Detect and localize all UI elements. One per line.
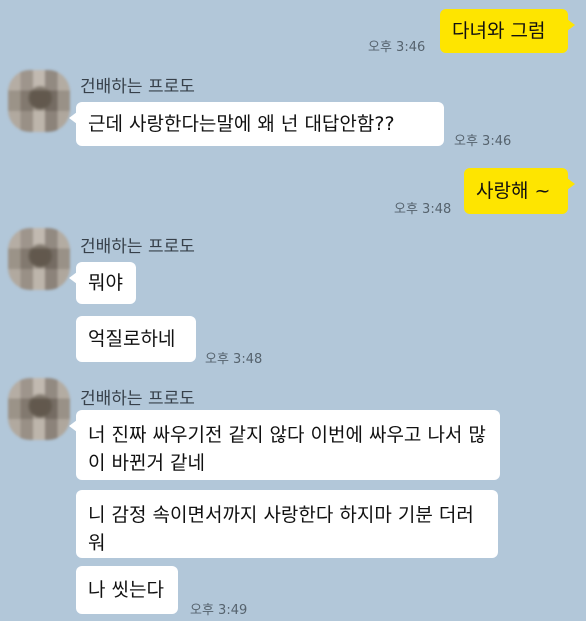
friend-message-bubble[interactable]: 나 씻는다 (76, 566, 178, 614)
message-text: 다녀와 그럼 (452, 20, 546, 42)
friend-message-bubble[interactable]: 근데 사랑한다는말에 왜 넌 대답안함?? (69, 102, 444, 146)
sender-avatar[interactable] (8, 378, 70, 440)
message-time: 오후 3:46 (454, 134, 512, 149)
friend-message-bubble[interactable]: 니 감정 속이면서까지 사랑한다 하지마 기분 더러워 (76, 490, 498, 558)
message-time: 오후 3:46 (368, 40, 426, 55)
sender-avatar[interactable] (8, 70, 70, 132)
message-text: 근데 사랑한다는말에 왜 넌 대답안함?? (88, 113, 395, 135)
message-text: 나 씻는다 (88, 579, 164, 601)
sender-avatar[interactable] (8, 228, 70, 290)
message-time: 오후 3:48 (205, 352, 263, 367)
my-message-bubble[interactable]: 사랑해 ~ (464, 168, 575, 214)
sender-name: 건배하는 프로도 (80, 77, 195, 97)
friend-message-bubble[interactable]: 억질로하네 (76, 316, 196, 362)
sender-name: 건배하는 프로도 (80, 389, 195, 409)
sender-name: 건배하는 프로도 (80, 237, 195, 257)
my-message-bubble[interactable]: 다녀와 그럼 (440, 9, 575, 53)
friend-message-bubble[interactable]: 뭐야 (69, 262, 136, 304)
message-time: 오후 3:48 (394, 202, 452, 217)
message-text: 억질로하네 (88, 328, 176, 350)
message-text: 사랑해 ~ (476, 180, 551, 202)
message-text: 뭐야 (88, 272, 123, 294)
message-text: 너 진짜 싸우기전 같지 않다 이번에 싸우고 나서 많이 바뀐거 같네 (88, 424, 486, 474)
friend-message-bubble[interactable]: 너 진짜 싸우기전 같지 않다 이번에 싸우고 나서 많이 바뀐거 같네 (69, 410, 500, 480)
message-time: 오후 3:49 (190, 603, 248, 618)
message-text: 니 감정 속이면서까지 사랑한다 하지마 기분 더러워 (88, 504, 474, 554)
